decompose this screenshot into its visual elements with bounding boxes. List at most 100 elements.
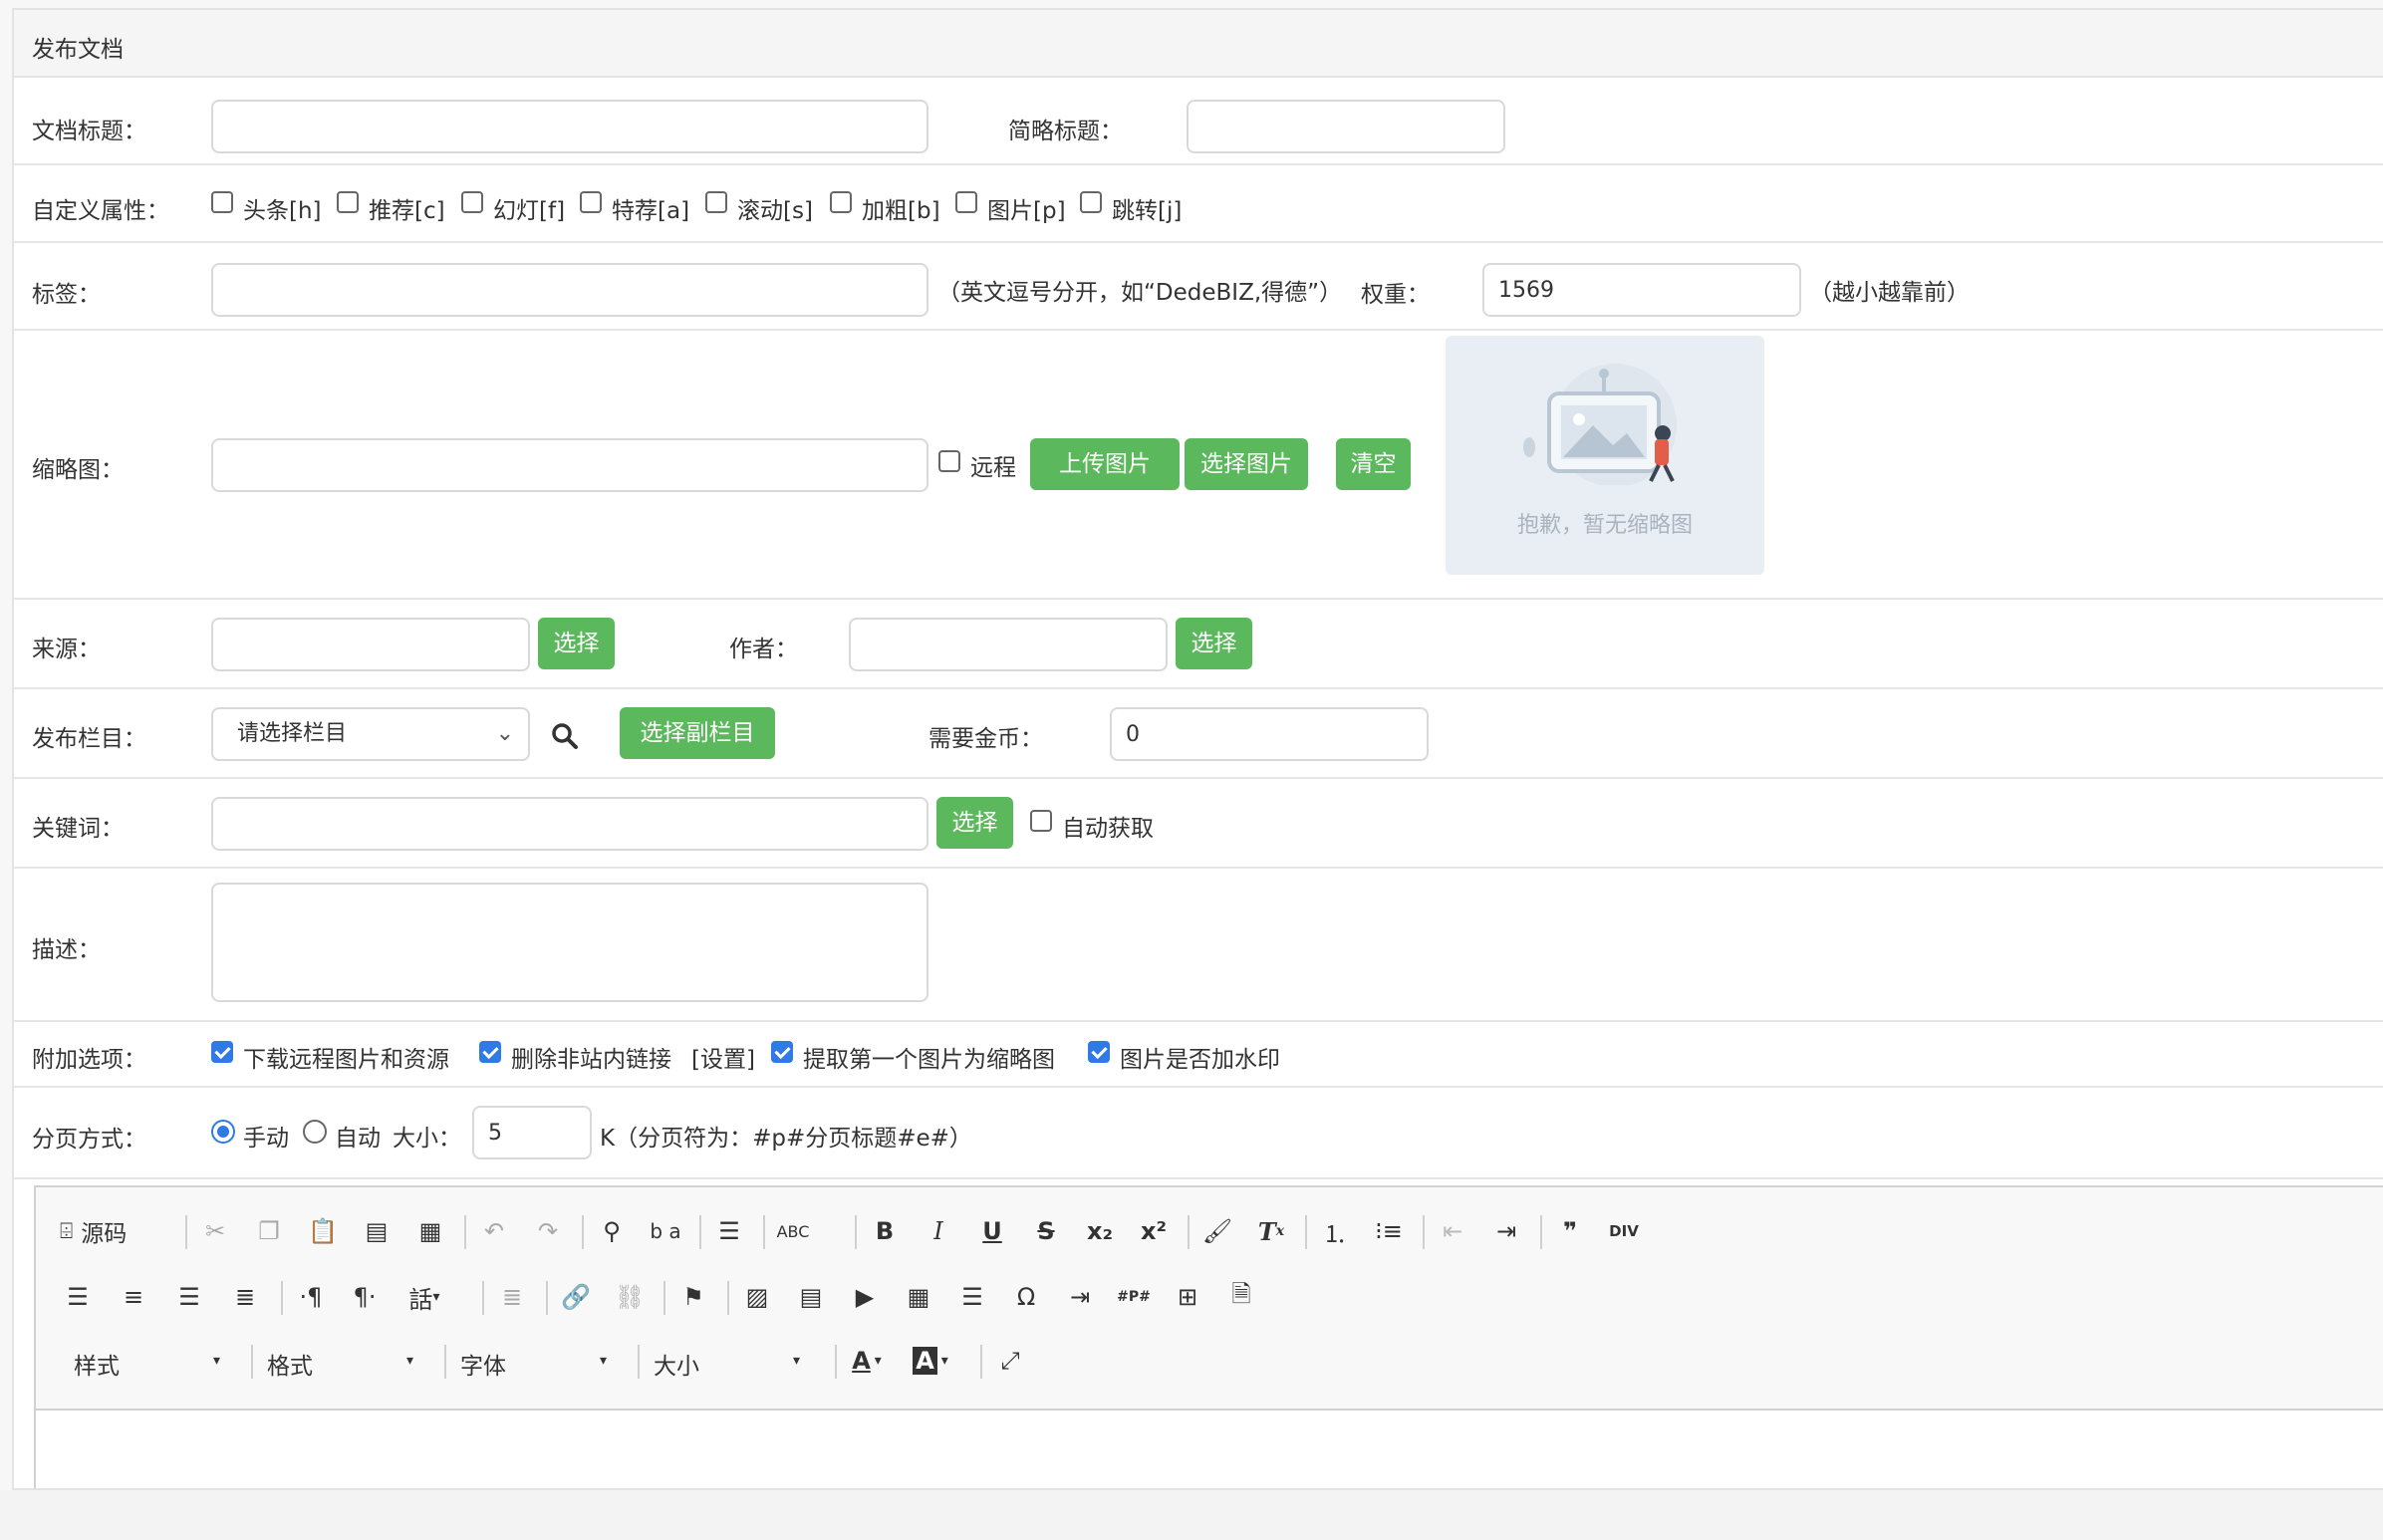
flag-checkbox-j[interactable]	[1080, 191, 1102, 213]
keywords-select-button[interactable]: 选择	[936, 797, 1013, 849]
anchor-flag-icon[interactable]: ⚑	[675, 1277, 711, 1317]
background-color-button[interactable]: A ▾	[913, 1341, 948, 1381]
strike-icon[interactable]: S	[1028, 1211, 1064, 1251]
format-dropdown[interactable]: 格式 ▾	[267, 1347, 413, 1381]
flag-checkbox-f[interactable]	[461, 191, 483, 213]
remote-checkbox[interactable]	[938, 450, 960, 472]
remove-links-checkbox[interactable]	[479, 1041, 501, 1063]
flag-checkbox-s[interactable]	[705, 191, 727, 213]
select-all-icon[interactable]: ☰	[711, 1211, 747, 1251]
editor-content-area[interactable]	[36, 1409, 2383, 1488]
outdent-icon[interactable]: ⇤	[1435, 1211, 1470, 1251]
weight-input[interactable]	[1482, 263, 1801, 317]
style-dropdown[interactable]: 样式 ▾	[74, 1347, 220, 1381]
text-color-button[interactable]: A ▾	[849, 1341, 885, 1381]
first-image-thumb-checkbox[interactable]	[771, 1041, 793, 1063]
text-direction-rtl-icon[interactable]: ¶·	[347, 1277, 383, 1317]
upload-image-button[interactable]: 上传图片	[1030, 438, 1180, 490]
search-icon[interactable]	[550, 721, 580, 751]
choose-subcategory-button[interactable]: 选择副栏目	[620, 707, 775, 759]
settings-link[interactable]: [设置]	[691, 1040, 755, 1074]
title-input[interactable]	[211, 100, 928, 153]
flag-label-h: 头条[h]	[243, 198, 322, 224]
copy-icon[interactable]: ❐	[251, 1211, 287, 1251]
extra-options-row: 附加选项： 下载远程图片和资源 删除非站内链接 [设置] 提取第一个图片为缩略图…	[14, 1022, 2383, 1088]
tags-input[interactable]	[211, 263, 928, 317]
keywords-label: 关键词：	[32, 816, 124, 842]
underline-icon[interactable]: U	[974, 1211, 1010, 1251]
flag-checkbox-b[interactable]	[830, 191, 852, 213]
flag-label-b: 加粗[b]	[862, 198, 940, 224]
code-snippet-icon[interactable]: ▤	[793, 1277, 829, 1317]
spellcheck-icon[interactable]: ABC	[775, 1211, 811, 1251]
paste-text-icon[interactable]: ▤	[359, 1211, 395, 1251]
horizontal-line-icon[interactable]: ☰	[954, 1277, 990, 1317]
remove-format-icon[interactable]: Tx	[1253, 1211, 1289, 1251]
bold-icon[interactable]: B	[867, 1211, 903, 1251]
replace-icon[interactable]: b a	[648, 1211, 683, 1251]
category-select[interactable]: 请选择栏目 ⌄	[211, 707, 530, 761]
image-upload-icon[interactable]: ⊞	[1170, 1277, 1205, 1317]
video-icon[interactable]: ▶	[847, 1277, 883, 1317]
paste-word-icon[interactable]: ▦	[412, 1211, 448, 1251]
no-image-illustration-icon	[1523, 364, 1677, 487]
choose-image-button[interactable]: 选择图片	[1185, 438, 1308, 490]
superscript-icon[interactable]: x²	[1136, 1211, 1172, 1251]
numbered-list-icon[interactable]: ⒈	[1317, 1211, 1353, 1251]
page-break-marker-icon[interactable]: #P#	[1116, 1277, 1152, 1317]
italic-icon[interactable]: I	[921, 1211, 956, 1251]
thumbnail-input[interactable]	[211, 438, 928, 492]
language-icon[interactable]: 話 ▾	[406, 1277, 442, 1317]
copy-format-icon[interactable]: 🖌	[1199, 1211, 1235, 1251]
description-textarea[interactable]	[211, 883, 928, 1002]
download-remote-label: 下载远程图片和资源	[243, 1047, 449, 1073]
undo-icon[interactable]: ↶	[476, 1211, 512, 1251]
find-icon[interactable]: ⚲	[594, 1211, 630, 1251]
bulleted-list-icon[interactable]: ⁝≡	[1371, 1211, 1407, 1251]
unlink-icon[interactable]: ⛓	[612, 1277, 648, 1317]
paging-size-input[interactable]	[472, 1106, 592, 1159]
image-icon[interactable]: ▨	[739, 1277, 775, 1317]
paging-manual-label: 手动	[243, 1126, 289, 1152]
special-char-icon[interactable]: Ω	[1008, 1277, 1044, 1317]
cut-icon[interactable]: ✂	[197, 1211, 233, 1251]
source-input[interactable]	[211, 618, 530, 671]
align-left-icon[interactable]: ☰	[60, 1277, 96, 1317]
align-right-icon[interactable]: ☰	[171, 1277, 207, 1317]
short-title-input[interactable]	[1187, 100, 1505, 153]
paste-icon[interactable]: 📋	[305, 1211, 341, 1251]
author-input[interactable]	[849, 618, 1168, 671]
flag-checkbox-a[interactable]	[580, 191, 602, 213]
template-icon[interactable]: 🗎	[1223, 1277, 1259, 1317]
source-select-button[interactable]: 选择	[538, 618, 615, 669]
maximize-icon[interactable]: ⤢	[992, 1341, 1028, 1381]
paging-manual-radio[interactable]	[211, 1120, 235, 1144]
div-icon[interactable]: DIV	[1606, 1211, 1642, 1251]
insert-break-icon[interactable]: ⇥	[1062, 1277, 1098, 1317]
link-icon[interactable]: 🔗	[558, 1277, 594, 1317]
size-dropdown[interactable]: 大小 ▾	[654, 1347, 800, 1381]
align-center-icon[interactable]: ≡	[116, 1277, 151, 1317]
toolbar-separator	[482, 1281, 484, 1315]
author-select-button[interactable]: 选择	[1176, 618, 1252, 669]
font-dropdown[interactable]: 字体 ▾	[460, 1347, 607, 1381]
auto-keywords-checkbox[interactable]	[1030, 810, 1052, 832]
flag-checkbox-p[interactable]	[955, 191, 977, 213]
paging-auto-radio[interactable]	[303, 1120, 327, 1144]
text-direction-ltr-icon[interactable]: ·¶	[293, 1277, 329, 1317]
watermark-checkbox[interactable]	[1088, 1041, 1110, 1063]
blockquote-icon[interactable]: ❞	[1552, 1211, 1588, 1251]
flag-checkbox-h[interactable]	[211, 191, 233, 213]
subscript-icon[interactable]: x₂	[1082, 1211, 1118, 1251]
clear-image-button[interactable]: 清空	[1336, 438, 1411, 490]
table-icon[interactable]: ▦	[901, 1277, 936, 1317]
flag-checkbox-c[interactable]	[337, 191, 359, 213]
page-break-icon[interactable]: ≣	[494, 1277, 530, 1317]
keywords-input[interactable]	[211, 797, 928, 851]
source-button[interactable]: ⌹ 源码	[60, 1211, 127, 1251]
indent-icon[interactable]: ⇥	[1488, 1211, 1524, 1251]
align-justify-icon[interactable]: ≣	[227, 1277, 263, 1317]
download-remote-checkbox[interactable]	[211, 1041, 233, 1063]
coin-input[interactable]	[1110, 707, 1429, 761]
redo-icon[interactable]: ↷	[530, 1211, 566, 1251]
